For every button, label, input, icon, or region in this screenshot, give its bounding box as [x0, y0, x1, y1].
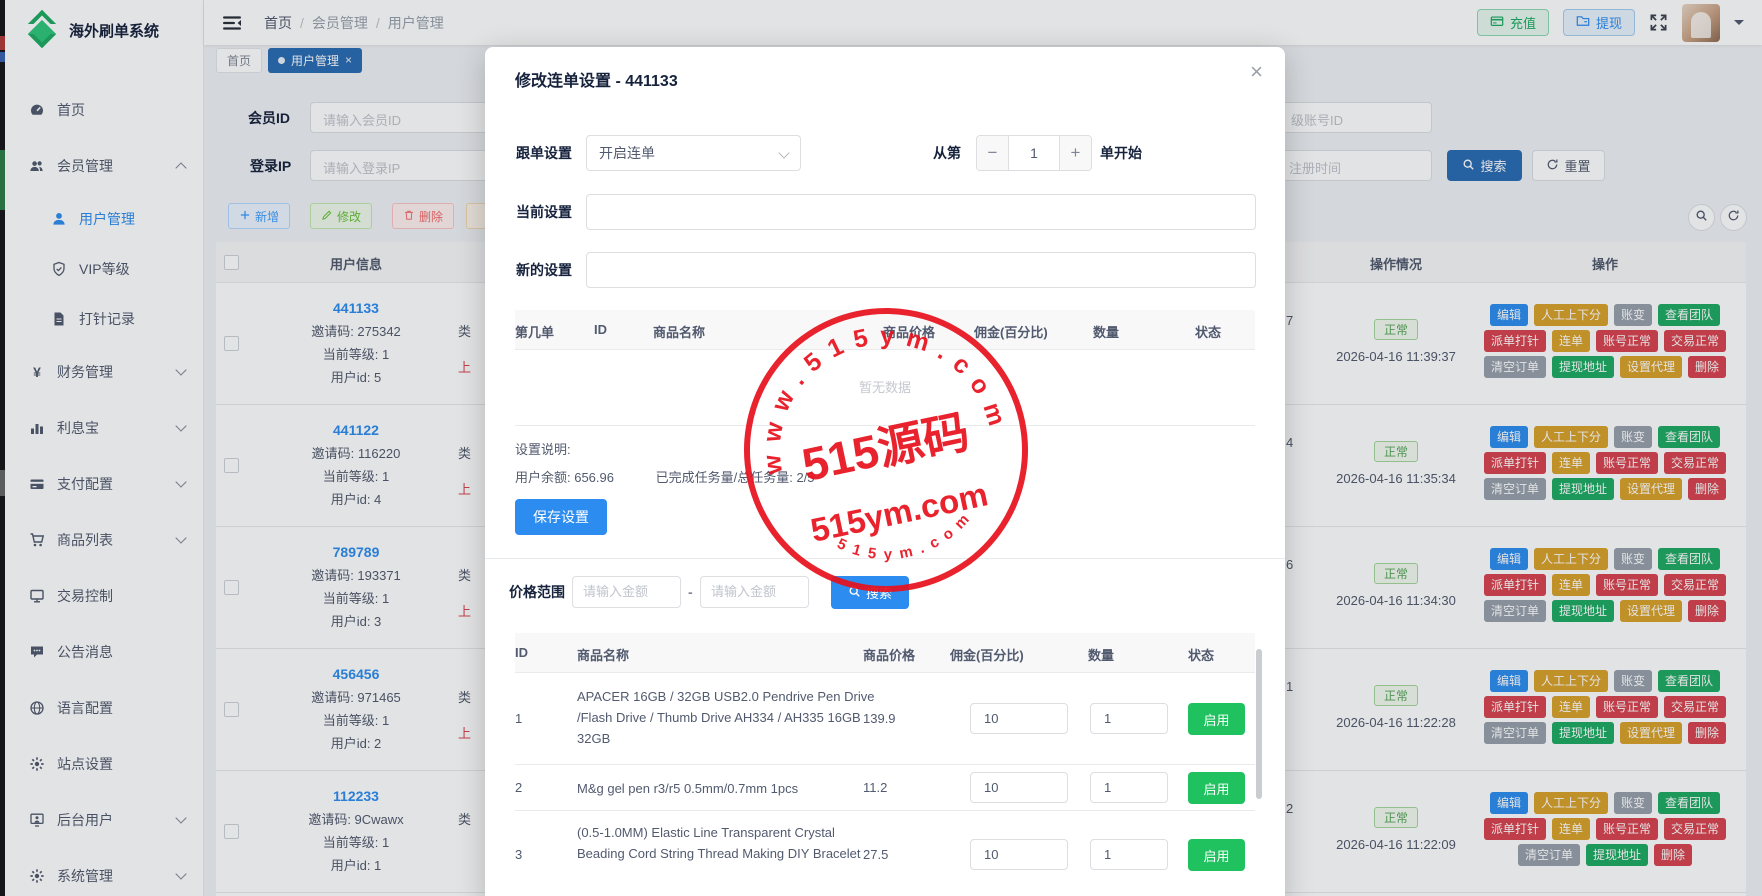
chain-table-header: 第几单 ID 商品名称 商品价格 佣金(百分比) 数量 状态 — [515, 310, 1255, 350]
price-range-label: 价格范围 — [509, 574, 565, 610]
quantity-input[interactable] — [1090, 703, 1168, 734]
modal-edit-chain-settings: 修改连单设置 - 441133 × 跟单设置 开启连单 从第 − + 单开始 当… — [485, 47, 1285, 896]
enable-button[interactable]: 启用 — [1188, 772, 1245, 804]
start-order-input[interactable] — [1009, 136, 1059, 170]
commission-input[interactable] — [970, 772, 1068, 803]
col-id: ID — [515, 645, 528, 660]
quantity-input[interactable] — [1090, 839, 1168, 870]
follow-setting-select[interactable]: 开启连单 — [586, 135, 801, 171]
price-max-input[interactable]: 请输入金额 — [700, 576, 809, 608]
balance-text: 用户余额: 656.96 — [515, 470, 614, 485]
col-status: 状态 — [1195, 322, 1221, 341]
col-qty: 数量 — [1093, 322, 1119, 341]
col-commission: 佣金(百分比) — [950, 645, 1024, 664]
enable-button[interactable]: 启用 — [1188, 703, 1245, 735]
commission-input[interactable] — [970, 703, 1068, 734]
current-setting-input[interactable] — [586, 194, 1256, 230]
divider — [485, 558, 1285, 559]
stepper-minus-button[interactable]: − — [977, 136, 1009, 170]
search-icon — [848, 585, 861, 601]
col-product-price: 商品价格 — [883, 322, 935, 341]
start-suffix-label: 单开始 — [1100, 135, 1142, 171]
price-min-input[interactable]: 请输入金额 — [572, 576, 681, 608]
product-id: 3 — [515, 847, 522, 862]
product-price: 11.2 — [863, 780, 887, 795]
modal-scrollbar[interactable] — [1256, 637, 1262, 896]
col-product-name: 商品名称 — [653, 322, 705, 341]
col-product-price: 商品价格 — [863, 645, 915, 664]
empty-data-text: 暂无数据 — [515, 350, 1255, 426]
product-name: (0.5-1.0MM) Elastic Line Transparent Cry… — [577, 822, 877, 864]
price-search-button[interactable]: 搜索 — [831, 576, 909, 609]
product-name: APACER 16GB / 32GB USB2.0 Pendrive Pen D… — [577, 686, 877, 749]
col-status: 状态 — [1188, 645, 1214, 664]
screen: 海外刷单系统 首页会员管理用户管理VIP等级打针记录¥财务管理利息宝支付配置商品… — [0, 0, 1762, 896]
enable-button[interactable]: 启用 — [1188, 839, 1245, 871]
product-price: 27.5 — [863, 847, 888, 862]
follow-setting-label: 跟单设置 — [516, 135, 572, 171]
save-settings-button[interactable]: 保存设置 — [515, 499, 607, 535]
modal-close-icon[interactable]: × — [1250, 61, 1263, 83]
task-text: 已完成任务量/总任务量: 2/5 — [656, 470, 815, 485]
start-order-stepper: − + — [976, 135, 1092, 171]
col-qty: 数量 — [1088, 645, 1114, 664]
stepper-plus-button[interactable]: + — [1059, 136, 1091, 170]
product-id: 2 — [515, 780, 522, 795]
new-setting-input[interactable] — [586, 252, 1256, 288]
quantity-input[interactable] — [1090, 772, 1168, 803]
range-dash: - — [688, 574, 693, 610]
col-commission: 佣金(百分比) — [974, 322, 1048, 341]
chevron-down-icon — [778, 147, 789, 158]
commission-input[interactable] — [970, 839, 1068, 870]
product-row: 3 (0.5-1.0MM) Elastic Line Transparent Cr… — [515, 811, 1255, 896]
note-label: 设置说明: — [515, 439, 571, 458]
product-table-header: ID 商品名称 商品价格 佣金(百分比) 数量 状态 — [515, 633, 1255, 673]
product-id: 1 — [515, 711, 522, 726]
col-id: ID — [594, 322, 607, 337]
balance-line: 用户余额: 656.96 已完成任务量/总任务量: 2/5 — [515, 467, 815, 486]
from-label: 从第 — [933, 135, 961, 171]
col-product-name: 商品名称 — [577, 645, 629, 664]
new-setting-label: 新的设置 — [516, 252, 572, 288]
product-row: 1 APACER 16GB / 32GB USB2.0 Pendrive Pen … — [515, 673, 1255, 765]
product-name: M&g gel pen r3/r5 0.5mm/0.7mm 1pcs — [577, 778, 877, 799]
col-order-no: 第几单 — [515, 322, 554, 341]
modal-title: 修改连单设置 - 441133 — [515, 67, 678, 91]
product-row: 2 M&g gel pen r3/r5 0.5mm/0.7mm 1pcs11.2 启… — [515, 765, 1255, 811]
product-price: 139.9 — [863, 711, 896, 726]
current-setting-label: 当前设置 — [516, 194, 572, 230]
